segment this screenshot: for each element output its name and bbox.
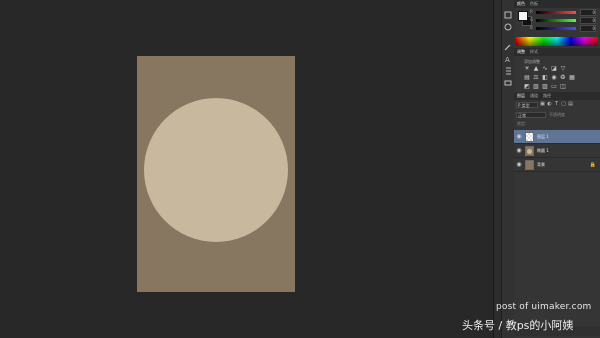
layer-row[interactable]: ◉ 图层 1	[514, 130, 600, 144]
threshold-icon[interactable]: ▨	[542, 84, 548, 90]
opacity-label: 不透明度	[549, 111, 565, 117]
blend-row: 正常 不透明度	[514, 110, 600, 119]
smart-filter-icon[interactable]: ▤	[568, 102, 573, 107]
visibility-eye-icon[interactable]: ◉	[516, 134, 522, 140]
green-value-field[interactable]: 0	[580, 17, 596, 24]
posterize-icon[interactable]: ▧	[533, 84, 539, 90]
right-panels: 颜色 色板 R 0 G 0 B 0 调整 样式 添加调整 ☀ ▲ ∿ ◪ ▽ ▤…	[514, 0, 600, 338]
color-lookup-icon[interactable]: ▦	[569, 75, 575, 81]
brush-icon[interactable]	[504, 36, 512, 51]
tab-adjustments[interactable]: 调整	[517, 49, 525, 55]
photo-filter-icon[interactable]: ◉	[551, 75, 557, 81]
ellipse-shape[interactable]	[144, 98, 288, 242]
slider-label-g: G	[530, 17, 534, 22]
visibility-eye-icon[interactable]: ◉	[516, 162, 522, 168]
layer-thumbnail	[525, 146, 534, 156]
blue-value-field[interactable]: 0	[580, 25, 596, 32]
levels-icon[interactable]: ▲	[533, 66, 539, 72]
layer-row[interactable]: ◉ 背景 🔒	[514, 158, 600, 172]
layer-thumbnail	[525, 132, 534, 142]
layer-name: 椭圆 1	[537, 148, 549, 153]
watermark-source: 头条号 / 教ps的小阿姨	[462, 319, 574, 332]
character-icon[interactable]: A	[504, 48, 512, 64]
red-slider[interactable]	[536, 11, 576, 14]
history-icon[interactable]	[504, 4, 512, 19]
foreground-color-swatch[interactable]	[518, 11, 528, 21]
tab-layers[interactable]: 图层	[517, 93, 525, 99]
color-panel-tabs: 颜色 色板	[514, 0, 600, 8]
black-white-icon[interactable]: ◧	[542, 75, 548, 81]
info-icon[interactable]	[504, 72, 512, 86]
layers-panel-tabs: 图层 通道 路径	[514, 92, 600, 100]
watermark-site: post of uimaker.com	[496, 302, 592, 312]
curves-icon[interactable]: ∿	[542, 66, 548, 72]
brightness-icon[interactable]: ☀	[524, 66, 530, 72]
blend-mode-select[interactable]: 正常	[516, 111, 546, 118]
layer-thumbnail	[525, 160, 534, 170]
hue-saturation-icon[interactable]: ▤	[524, 75, 530, 81]
color-spectrum-ramp[interactable]	[516, 37, 598, 46]
properties-icon[interactable]	[504, 16, 512, 31]
layer-name: 背景	[537, 162, 545, 167]
gradient-map-icon[interactable]: ▭	[551, 84, 557, 90]
tab-color[interactable]: 颜色	[517, 1, 525, 7]
exposure-icon[interactable]: ◪	[551, 66, 557, 72]
color-balance-icon[interactable]: ⚖	[533, 75, 539, 81]
channel-mixer-icon[interactable]: ❂	[560, 75, 566, 81]
lock-icon: 🔒	[589, 162, 596, 168]
red-value-field[interactable]: 0	[580, 9, 596, 16]
shape-filter-icon[interactable]: ▢	[561, 102, 566, 107]
tab-channels[interactable]: 通道	[530, 93, 538, 99]
layer-row[interactable]: ◉ 椭圆 1	[514, 144, 600, 158]
document-workspace[interactable]	[0, 0, 493, 338]
document-canvas[interactable]	[137, 56, 295, 292]
tab-swatches[interactable]: 色板	[530, 1, 538, 7]
layer-kind-filter[interactable]: P 类型	[516, 101, 538, 108]
pixel-filter-icon[interactable]: ▣	[540, 102, 545, 107]
tab-paths[interactable]: 路径	[543, 93, 551, 99]
invert-icon[interactable]: ◩	[524, 84, 530, 90]
spectrum-shade	[516, 37, 598, 46]
vertical-scrollbar[interactable]	[494, 0, 502, 338]
slider-label-r: R	[530, 9, 533, 14]
adjustment-filter-icon[interactable]: ◐	[547, 102, 552, 107]
adjustment-row-1: ☀ ▲ ∿ ◪ ▽	[524, 66, 566, 72]
selective-color-icon[interactable]: ◫	[560, 84, 566, 90]
adjustment-row-3: ◩ ▧ ▨ ▭ ◫	[524, 84, 566, 90]
layer-name: 图层 1	[537, 134, 549, 139]
visibility-eye-icon[interactable]: ◉	[516, 148, 522, 154]
adjustments-panel-tabs: 调整 样式	[514, 48, 600, 56]
type-filter-icon[interactable]: T	[554, 102, 559, 107]
lock-row: 锁定:	[517, 121, 527, 126]
paragraph-icon[interactable]	[504, 60, 512, 75]
slider-label-b: B	[530, 25, 533, 30]
green-slider[interactable]	[536, 19, 576, 22]
blue-slider[interactable]	[536, 27, 576, 30]
adjustment-row-2: ▤ ⚖ ◧ ◉ ❂ ▦	[524, 75, 575, 81]
layer-filter-bar: P 类型 ▣ ◐ T ▢ ▤	[514, 100, 600, 109]
vibrance-icon[interactable]: ▽	[560, 66, 566, 72]
tab-styles[interactable]: 样式	[530, 49, 538, 55]
